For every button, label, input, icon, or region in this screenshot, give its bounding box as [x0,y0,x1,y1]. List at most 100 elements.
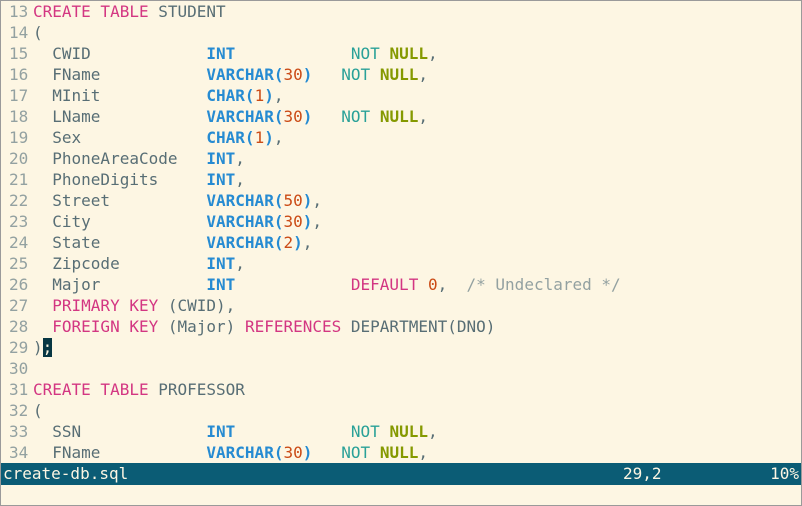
line-code[interactable]: FOREIGN KEY (Major) REFERENCES DEPARTMEN… [33,317,495,336]
code-token: ) [302,443,313,462]
line-number: 24 [9,233,29,252]
command-line[interactable] [1,485,801,505]
code-line[interactable]: 24 State VARCHAR(2), [1,232,801,253]
line-code[interactable]: FName VARCHAR(30) NOT NULL, [33,65,428,84]
line-code[interactable]: LName VARCHAR(30) NOT NULL, [33,107,428,126]
code-token: , [427,422,438,441]
code-line[interactable]: 15 CWID INT NOT NULL, [1,43,801,64]
code-token: NOT [341,107,371,126]
code-line[interactable]: 32( [1,400,801,421]
code-token: , [302,233,313,252]
code-token: , [235,149,245,168]
code-line[interactable]: 26 Major INT DEFAULT 0, /* Undeclared */ [1,274,801,295]
line-code[interactable]: ); [33,338,53,357]
line-code[interactable]: State VARCHAR(2), [33,233,312,252]
code-line[interactable]: 30 [1,358,801,379]
code-line[interactable]: 22 Street VARCHAR(50), [1,190,801,211]
code-token: (CWID), [158,296,236,315]
line-number: 25 [9,254,29,273]
code-token: NOT [350,44,380,63]
code-token: NOT [341,443,371,462]
code-token: Street [33,191,207,210]
line-code[interactable]: ( [33,23,43,42]
code-token: ( [244,128,255,147]
line-number: 30 [9,359,29,378]
code-token: , [427,44,438,63]
code-line[interactable]: 23 City VARCHAR(30), [1,211,801,232]
code-token: DEFAULT [350,275,419,294]
line-code[interactable]: CWID INT NOT NULL, [33,44,438,63]
line-code[interactable]: Zipcode INT, [33,254,245,273]
code-line[interactable]: 20 PhoneAreaCode INT, [1,148,801,169]
line-number: 27 [9,296,29,315]
line-number: 23 [9,212,29,231]
code-token: VARCHAR [206,212,274,231]
line-number: 13 [9,2,29,21]
line-code[interactable]: FName VARCHAR(30) NOT NULL, [33,443,428,462]
line-code[interactable]: City VARCHAR(30), [33,212,322,231]
line-code[interactable]: PhoneDigits INT, [33,170,245,189]
line-number: 33 [9,422,29,441]
code-token: 30 [283,65,303,84]
code-editor[interactable]: 13 CREATE TABLE STUDENT 14(15 CWID INT NOT… [0,0,802,506]
code-line[interactable]: 18 LName VARCHAR(30) NOT NULL, [1,106,801,127]
code-token: DEPARTMENT(DNO) [341,317,496,336]
line-number: 15 [9,44,29,63]
code-line[interactable]: 14( [1,22,801,43]
code-line[interactable]: 19 Sex CHAR(1), [1,127,801,148]
line-code[interactable]: Sex CHAR(1), [33,128,283,147]
code-token: CHAR [206,128,245,147]
code-token: 30 [283,443,303,462]
line-code[interactable]: CREATE TABLE STUDENT [33,2,226,21]
code-line[interactable]: 17 MInit CHAR(1), [1,85,801,106]
line-code[interactable]: SSN INT NOT NULL, [33,422,438,441]
code-token: 50 [283,191,303,210]
code-token: VARCHAR [206,233,274,252]
code-token: INT [206,254,236,273]
line-code[interactable]: ( [33,401,43,420]
code-line[interactable]: 21 PhoneDigits INT, [1,169,801,190]
code-line[interactable]: 16 FName VARCHAR(30) NOT NULL, [1,64,801,85]
line-number: 17 [9,86,29,105]
line-number: 31 [9,380,29,399]
code-token: 0 [427,275,438,294]
line-number: 29 [9,338,29,357]
line-number: 14 [9,23,29,42]
status-filename: create-db.sql [3,464,129,483]
code-line[interactable]: 13 CREATE TABLE STUDENT [1,1,801,22]
code-token: ) [302,107,313,126]
status-cursor-position: 29,2 [623,464,662,483]
code-token: NULL [379,107,419,126]
code-line[interactable]: 25 Zipcode INT, [1,253,801,274]
code-token: FOREIGN KEY [52,317,159,336]
code-token: ) [264,86,274,105]
code-token: , [418,107,428,126]
code-token: Zipcode [33,254,207,273]
code-token: CHAR [206,86,245,105]
code-token: 1 [254,86,265,105]
code-line[interactable]: 27 PRIMARY KEY (CWID), [1,295,801,316]
code-token: VARCHAR [206,107,274,126]
code-line[interactable]: 31 CREATE TABLE PROFESSOR [1,379,801,400]
code-token: FName [33,65,207,84]
line-code[interactable]: PhoneAreaCode INT, [33,149,245,168]
line-code[interactable]: Street VARCHAR(50), [33,191,322,210]
line-code[interactable]: Major INT DEFAULT 0, /* Undeclared */ [33,275,620,294]
line-code[interactable]: CREATE TABLE PROFESSOR [33,380,245,399]
code-token: , [235,170,245,189]
line-code[interactable]: PRIMARY KEY (CWID), [33,296,235,315]
code-line[interactable]: 33 SSN INT NOT NULL, [1,421,801,442]
code-line[interactable]: 29); [1,337,801,358]
code-lines[interactable]: 13 CREATE TABLE STUDENT 14(15 CWID INT NOT… [1,1,801,463]
code-line[interactable]: 34 FName VARCHAR(30) NOT NULL, [1,442,801,463]
line-code[interactable]: MInit CHAR(1), [33,86,283,105]
code-token: ( [33,23,43,42]
code-token: City [33,212,207,231]
code-line[interactable]: 28 FOREIGN KEY (Major) REFERENCES DEPART… [1,316,801,337]
